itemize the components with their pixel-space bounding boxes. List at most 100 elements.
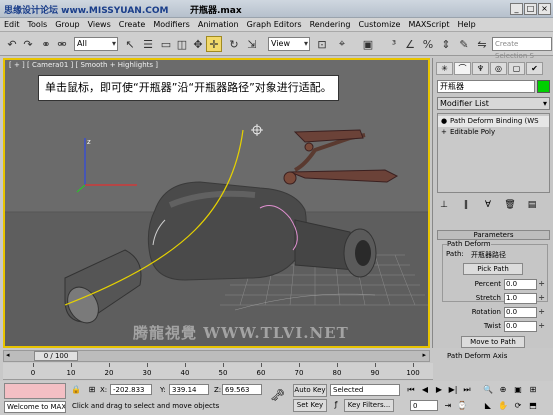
scale-icon[interactable]: ⇲ [244,36,260,52]
link-icon[interactable]: ⚭ [38,36,54,52]
hierarchy-tab-icon[interactable]: ♆ [472,62,489,75]
orbit-icon[interactable]: ⟳ [512,400,524,412]
percent-snap-icon[interactable]: % [420,36,436,52]
rotation-spinner[interactable]: 0.0 [504,307,545,318]
prev-frame-icon[interactable]: ◂ [6,351,10,359]
snaps-3d-icon[interactable]: ³ [386,36,402,52]
motion-tab-icon[interactable]: ◎ [490,62,507,75]
parameters-rollout[interactable]: Parameters [437,230,550,240]
key-mode-toggle-icon[interactable]: ⇥ [442,400,454,412]
y-coord-field[interactable]: 339.14 [169,384,209,395]
twist-spinner[interactable]: 0.0 [504,321,545,332]
menu-modifiers[interactable]: Modifiers [153,20,190,29]
pick-path-button[interactable]: Pick Path [463,263,523,275]
menu-views[interactable]: Views [88,20,111,29]
zoom-extents-icon[interactable]: ▣ [512,384,524,396]
maxscript-listener[interactable] [4,383,66,399]
prev-key-icon[interactable]: ◀ [419,384,431,396]
modify-tab-icon[interactable]: ⌒ [454,62,471,75]
next-key-icon[interactable]: ▶| [447,384,459,396]
stretch-spinner[interactable]: 1.0 [504,293,545,304]
absolute-mode-icon[interactable]: ⊞ [86,384,98,396]
lightbulb-icon[interactable]: ● [441,117,447,125]
redo-icon[interactable]: ↷ [20,36,36,52]
key-mode-dropdown[interactable]: Selected [330,384,400,396]
angle-snap-icon[interactable]: ∠ [402,36,418,52]
zoom-all-icon[interactable]: ⊕ [497,384,509,396]
time-config-icon[interactable]: ⌚ [456,400,468,412]
menu-graph-editors[interactable]: Graph Editors [247,20,302,29]
field-of-view-icon[interactable]: ◣ [482,400,494,412]
display-tab-icon[interactable]: ▢ [508,62,525,75]
goto-end-icon[interactable]: ⏭ [461,384,473,396]
welcome-box[interactable]: Welcome to MAX [4,401,66,413]
close-button[interactable]: × [538,3,551,15]
menu-edit[interactable]: Edit [4,20,20,29]
unlink-icon[interactable]: ⚮ [54,36,70,52]
z-coord-field[interactable]: 69.563 [222,384,262,395]
select-object-icon[interactable]: ↖ [122,36,138,52]
object-color-swatch[interactable] [537,80,550,93]
modifier-list-dropdown[interactable]: Modifier List [437,97,550,110]
stack-item-editable-poly[interactable]: Editable Poly [438,127,549,138]
goto-start-icon[interactable]: ⏮ [405,384,417,396]
percent-spinner[interactable]: 0.0 [504,279,545,290]
menu-customize[interactable]: Customize [358,20,400,29]
selection-filter-dropdown[interactable]: All [74,37,118,51]
max-viewport-icon[interactable]: ⬒ [527,400,539,412]
keyboard-shortcut-icon[interactable]: ▣ [360,36,376,52]
create-tab-icon[interactable]: ✳ [436,62,453,75]
select-manipulate-icon[interactable]: ⌖ [334,36,350,52]
edit-named-selection-icon[interactable]: ✎ [456,36,472,52]
menu-maxscript[interactable]: MAXScript [408,20,449,29]
lock-selection-icon[interactable]: 🔒 [70,384,82,396]
minimize-button[interactable]: _ [510,3,523,15]
menu-tools[interactable]: Tools [28,20,48,29]
camera-viewport[interactable]: z [ + ] [ Camera01 ] [ Smooth + Highligh… [3,58,430,348]
pivot-icon[interactable]: ⊡ [314,36,330,52]
zoom-extents-all-icon[interactable]: ⊞ [527,384,539,396]
set-key-button[interactable]: Set Key [293,399,327,412]
menu-group[interactable]: Group [55,20,79,29]
zoom-icon[interactable]: 🔍 [482,384,494,396]
mirror-icon[interactable]: ⇋ [474,36,490,52]
selection-region-icon[interactable]: ▭ [158,36,174,52]
menu-help[interactable]: Help [458,20,476,29]
configure-sets-icon[interactable]: ▤ [525,198,539,212]
auto-key-button[interactable]: Auto Key [293,384,327,397]
key-filters-icon[interactable]: ƒ [330,399,342,411]
stack-item-path-deform[interactable]: Path Deform Binding (WS [438,116,549,127]
remove-modifier-icon[interactable]: 🗑 [503,198,517,212]
menu-create[interactable]: Create [119,20,146,29]
rotate-icon[interactable]: ↻ [226,36,242,52]
select-move-icon[interactable]: ✥ [190,36,206,52]
make-unique-icon[interactable]: ∀ [481,198,495,212]
x-coord-field[interactable]: -202.833 [110,384,152,395]
menu-animation[interactable]: Animation [198,20,239,29]
key-icon[interactable]: 🗝 [270,389,285,401]
viewport-label[interactable]: [ + ] [ Camera01 ] [ Smooth + Highlights… [9,61,158,69]
expand-plus-icon[interactable]: + [441,128,447,136]
maximize-button[interactable]: □ [524,3,537,15]
select-by-name-icon[interactable]: ☰ [140,36,156,52]
play-icon[interactable]: ▶ [433,384,445,396]
track-bar[interactable]: 0 10 20 30 40 50 60 70 80 90 100 [3,363,433,380]
pin-stack-icon[interactable]: ⊥ [437,198,451,212]
object-name-field[interactable]: 开瓶器 [437,80,535,93]
move-tool-icon[interactable]: ✛ [206,36,222,52]
time-slider[interactable]: 0 / 100 ◂ ▸ [3,350,430,362]
reference-coord-dropdown[interactable]: View [268,37,310,51]
spinner-snap-icon[interactable]: ⇕ [438,36,454,52]
time-slider-thumb[interactable]: 0 / 100 [34,351,78,361]
utilities-tab-icon[interactable]: ✔ [526,62,543,75]
key-filters-button[interactable]: Key Filters... [344,399,394,412]
show-end-result-icon[interactable]: ‖ [459,198,473,212]
move-to-path-button[interactable]: Move to Path [461,336,525,348]
window-crossing-icon[interactable]: ◫ [174,36,190,52]
next-frame-icon[interactable]: ▸ [422,351,426,359]
pan-icon[interactable]: ✋ [497,400,509,412]
undo-icon[interactable]: ↶ [4,36,20,52]
current-frame-field[interactable]: 0 [410,400,438,411]
named-selection-input[interactable]: Create Selection S [492,37,552,60]
menu-rendering[interactable]: Rendering [310,20,351,29]
